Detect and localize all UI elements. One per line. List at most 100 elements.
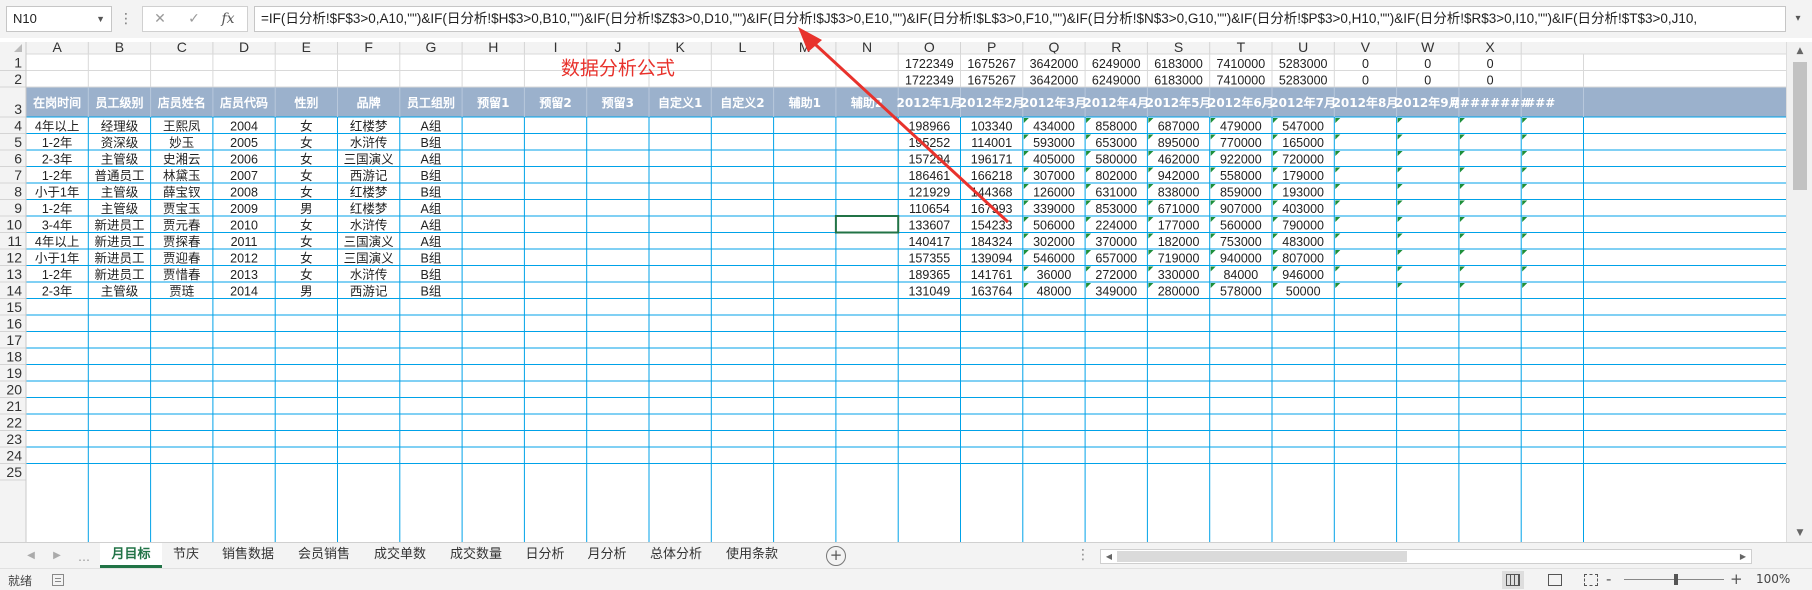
table-cell: 林黛玉 [163,169,201,183]
plus-circle-icon[interactable]: + [826,546,846,566]
table-cell: 802000 [1095,169,1137,183]
tab-next-icon[interactable]: ▶ [48,547,66,565]
table-cell: 2011 [231,235,258,249]
table-header-cell: 2012年8月 [1333,95,1399,110]
table-cell: 男 [300,285,313,299]
cell-O1: 1722349 [905,57,954,71]
scroll-down-icon[interactable]: ▼ [1787,524,1812,542]
table-cell: 307000 [1033,169,1075,183]
scroll-up-icon[interactable]: ▲ [1787,42,1812,60]
page-layout-icon[interactable] [1544,571,1566,589]
horizontal-scrollbar[interactable]: ◀ ▶ [1100,549,1752,564]
column-header-K: K [675,42,685,55]
vertical-scrollbar[interactable]: ▲ ▼ [1786,42,1812,542]
table-cell: 三国演义 [344,234,395,249]
table-cell: 男 [300,202,313,216]
row-header-21: 21 [6,398,22,414]
scrollbar-thumb[interactable] [1793,62,1807,190]
check-icon[interactable]: ✓ [177,7,211,31]
row-header-2: 2 [14,71,22,87]
tab-2[interactable]: 节庆 [162,543,210,568]
chevron-down-icon[interactable]: ▼ [96,7,105,31]
tab-6[interactable]: 成交数量 [438,543,514,568]
table-cell: 558000 [1220,169,1262,183]
tab-5[interactable]: 成交单数 [362,543,438,568]
column-header-T: T [1237,42,1246,55]
tab-9[interactable]: 总体分析 [638,543,714,568]
grid-view-icon[interactable] [1502,571,1524,589]
zoom-slider-knob[interactable] [1674,574,1678,585]
table-cell: 主管级 [101,201,139,216]
table-cell: 434000 [1033,120,1075,134]
column-header-H: H [488,42,498,55]
table-cell: 165000 [1282,136,1324,150]
tab-7[interactable]: 日分析 [514,543,576,568]
table-cell: 349000 [1095,285,1137,299]
tab-1[interactable]: 月目标 [100,543,162,568]
zoom-out-button[interactable]: - [1606,570,1611,588]
zoom-level[interactable]: 100% [1756,572,1790,586]
table-cell: 189365 [908,268,950,282]
table-cell: 贾迎春 [163,252,201,266]
name-box[interactable]: N10 ▼ [6,6,112,32]
cell-S2: 6183000 [1154,74,1203,88]
tab-8[interactable]: 月分析 [576,543,638,568]
table-header-cell: 2012年2月 [959,95,1025,110]
tab-3[interactable]: 销售数据 [210,543,286,568]
table-header-cell: 预留3 [602,95,634,110]
table-cell: 196171 [971,153,1013,167]
spreadsheet-grid[interactable]: A B C D E F G H I J K L M N O P Q R S T U V W X 1 2 3 4 5 6 7 8 9 10 11 12 1… [0,42,1786,542]
more-options-icon[interactable]: ⋮ [118,8,134,30]
table-cell: A组 [421,120,442,134]
close-icon[interactable]: ✕ [143,7,177,31]
row-header-10: 10 [6,217,22,233]
table-cell: 719000 [1158,252,1200,266]
formula-input[interactable]: =IF(日分析!$F$3>0,A10,"")&IF(日分析!$H$3>0,B10… [254,6,1786,32]
table-header-cell: 店员代码 [220,95,268,110]
table-cell: 179000 [1282,169,1324,183]
table-cell: 110654 [909,202,950,216]
page-break-icon[interactable] [1580,571,1602,589]
table-cell: 贾探春 [163,235,201,249]
table-cell: 84000 [1223,268,1258,282]
table-cell: 贾元春 [163,219,201,233]
cell-T2: 7410000 [1217,74,1266,88]
zoom-in-button[interactable]: + [1730,570,1743,588]
table-cell: 807000 [1282,252,1324,266]
table-cell: 186461 [908,169,950,183]
function-icon[interactable]: fx [211,7,245,31]
row-header-4: 4 [14,118,22,134]
scroll-left-icon[interactable]: ◀ [1101,550,1117,563]
table-cell: 578000 [1220,285,1262,299]
table-cell: B组 [421,268,442,282]
table-cell: 154233 [971,219,1013,233]
row-header-22: 22 [6,415,22,431]
macro-record-icon[interactable] [52,574,64,586]
table-cell: 西游记 [350,285,388,299]
table-cell: 妙玉 [169,136,194,150]
cell-W2: 0 [1424,74,1431,88]
tab-prev-icon[interactable]: ◀ [22,547,40,565]
table-header-cell: 员工级别 [95,95,143,110]
tab-dots: … [78,550,90,564]
table-cell: 女 [300,185,313,200]
table-cell: 506000 [1033,219,1075,233]
tab-10[interactable]: 使用条款 [714,543,790,568]
grid-canvas[interactable]: A B C D E F G H I J K L M N O P Q R S T U V W X1234567891011121… [0,42,1786,542]
tab-4[interactable]: 会员销售 [286,543,362,568]
table-cell: 580000 [1095,153,1137,167]
table-header-cell: 2012年6月 [1208,95,1274,110]
table-cell: A组 [421,153,442,167]
table-cell: 547000 [1282,120,1324,134]
split-handle-icon[interactable]: ⋮ [1076,547,1090,563]
name-box-value: N10 [13,11,37,26]
expand-formula-bar-icon[interactable]: ▾ [1788,8,1808,30]
row-header-11: 11 [7,233,22,249]
table-cell: 小于1年 [35,186,79,200]
table-cell: 144368 [971,186,1013,200]
scroll-right-icon[interactable]: ▶ [1735,550,1751,563]
table-cell: 1-2年 [42,268,73,282]
table-header-cell: 2012年1月 [896,95,962,110]
scrollbar-thumb[interactable] [1117,551,1407,562]
formula-bar: N10 ▼ ⋮ ✕ ✓ fx =IF(日分析!$F$3>0,A10,"")&IF… [0,0,1812,38]
